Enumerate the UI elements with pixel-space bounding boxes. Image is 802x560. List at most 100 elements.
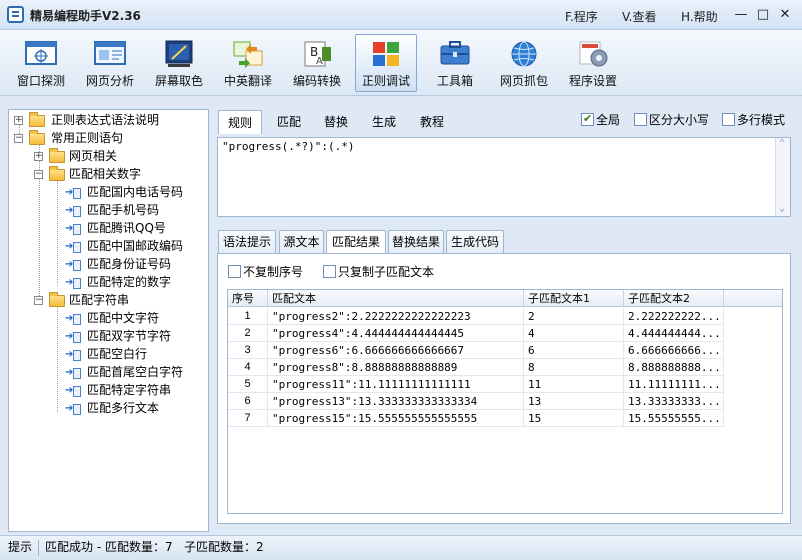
tab-source-text[interactable]: 源文本 bbox=[279, 230, 324, 254]
menu-program[interactable]: F.程序 bbox=[565, 8, 598, 25]
cell-sub1: 6 bbox=[524, 342, 624, 359]
cell-sub1: 2 bbox=[524, 308, 624, 325]
regex-item-icon bbox=[65, 256, 81, 273]
cell-sub1: 13 bbox=[524, 393, 624, 410]
cell-index: 5 bbox=[228, 376, 268, 393]
tree-label: 匹配中文字符 bbox=[87, 311, 160, 325]
multiline-option[interactable]: 多行模式 bbox=[722, 113, 785, 128]
toolbar-regex-debug[interactable]: 正则调试 bbox=[355, 34, 417, 92]
tab-generate-code[interactable]: 生成代码 bbox=[446, 230, 504, 254]
cell-index: 2 bbox=[228, 325, 268, 342]
tab-syntax-hint[interactable]: 语法提示 bbox=[218, 230, 276, 254]
toolbar-web-capture[interactable]: 网页抓包 bbox=[493, 34, 555, 92]
match-result-table[interactable]: 序号 匹配文本 子匹配文本1 子匹配文本2 1 "progress2":2.22… bbox=[227, 289, 783, 514]
toolbar-settings[interactable]: 程序设置 bbox=[562, 34, 624, 92]
checkbox-checked-icon bbox=[581, 111, 594, 126]
menu-view[interactable]: V.查看 bbox=[622, 8, 656, 25]
cell-match: "progress6":6.666666666666667 bbox=[268, 342, 524, 359]
tab-match[interactable]: 匹配 bbox=[268, 110, 310, 134]
toolbar-translate[interactable]: 中英翻译 bbox=[217, 34, 279, 92]
regex-item-icon bbox=[65, 310, 81, 327]
table-row[interactable]: 5 "progress11":11.11111111111111 11 11.1… bbox=[228, 376, 782, 393]
cell-sub2: 4.444444444... bbox=[624, 325, 724, 342]
toolbar-label: 中英翻译 bbox=[223, 74, 272, 88]
column-header-match[interactable]: 匹配文本 bbox=[268, 290, 524, 307]
case-sensitive-option[interactable]: 区分大小写 bbox=[634, 113, 709, 128]
minimize-button[interactable]: — bbox=[732, 6, 750, 24]
cell-match: "progress8":8.88888888888889 bbox=[268, 359, 524, 376]
tree-label: 匹配多行文本 bbox=[87, 401, 160, 415]
regex-item-icon bbox=[65, 382, 81, 399]
regex-item-icon bbox=[65, 400, 81, 417]
column-header-sub1[interactable]: 子匹配文本1 bbox=[524, 290, 624, 307]
cell-match: "progress11":11.11111111111111 bbox=[268, 376, 524, 393]
tab-rule[interactable]: 规则 bbox=[218, 110, 262, 134]
tree-label: 匹配特定的数字 bbox=[87, 275, 172, 289]
translate-icon bbox=[231, 39, 265, 69]
maximize-button[interactable]: □ bbox=[754, 6, 772, 24]
global-option[interactable]: 全局 bbox=[581, 111, 620, 128]
checkbox-icon bbox=[323, 265, 336, 278]
regex-input[interactable]: "progress(.*?)":(.*) bbox=[217, 137, 791, 217]
expand-toggle[interactable]: + bbox=[14, 116, 23, 125]
title-bar: 精易编程助手V2.36 F.程序 V.查看 H.帮助 — □ ✕ bbox=[0, 0, 802, 30]
expand-toggle[interactable]: + bbox=[34, 152, 43, 161]
cell-match: "progress15":15.555555555555555 bbox=[268, 410, 524, 427]
regex-item-icon bbox=[65, 220, 81, 237]
table-row[interactable]: 7 "progress15":15.555555555555555 15 15.… bbox=[228, 410, 782, 427]
toolbar-color-picker[interactable]: 屏幕取色 bbox=[148, 34, 210, 92]
tab-tutorial[interactable]: 教程 bbox=[411, 110, 453, 134]
tab-replace[interactable]: 替换 bbox=[315, 110, 357, 134]
color-picker-icon bbox=[162, 39, 196, 69]
copy-sub-only-option[interactable]: 只复制子匹配文本 bbox=[323, 265, 434, 280]
cell-index: 4 bbox=[228, 359, 268, 376]
toolbar-toolbox[interactable]: 工具箱 bbox=[424, 34, 486, 92]
collapse-toggle[interactable]: − bbox=[34, 170, 43, 179]
toolbar-window-probe[interactable]: 窗口探测 bbox=[10, 34, 72, 92]
folder-icon bbox=[49, 148, 65, 163]
collapse-toggle[interactable]: − bbox=[34, 296, 43, 305]
tree-label: 匹配身份证号码 bbox=[87, 257, 172, 271]
window-title: 精易编程助手V2.36 bbox=[30, 9, 141, 23]
match-result-panel: 不复制序号 只复制子匹配文本 序号 匹配文本 子匹配文本1 子匹配文本2 1 "… bbox=[217, 253, 791, 524]
toolbar-label: 编码转换 bbox=[292, 74, 341, 88]
cell-sub1: 15 bbox=[524, 410, 624, 427]
status-bar: 提示 匹配成功 - 匹配数量：7 子匹配数量：2 bbox=[0, 535, 802, 560]
cell-index: 3 bbox=[228, 342, 268, 359]
status-label: 提示 bbox=[8, 540, 33, 554]
settings-icon bbox=[576, 39, 610, 69]
tab-replace-result[interactable]: 替换结果 bbox=[388, 230, 444, 254]
web-analyze-icon bbox=[93, 39, 127, 69]
close-button[interactable]: ✕ bbox=[776, 6, 794, 24]
collapse-toggle[interactable]: − bbox=[14, 134, 23, 143]
column-header-sub2[interactable]: 子匹配文本2 bbox=[624, 290, 724, 307]
cell-sub1: 11 bbox=[524, 376, 624, 393]
tree-guide-line bbox=[57, 306, 58, 412]
table-row[interactable]: 6 "progress13":13.333333333333334 13 13.… bbox=[228, 393, 782, 410]
tree-label: 匹配中国邮政编码 bbox=[87, 239, 184, 253]
toolbar-encoding[interactable]: BA 编码转换 bbox=[286, 34, 348, 92]
cell-match: "progress4":4.444444444444445 bbox=[268, 325, 524, 342]
tree-label: 匹配相关数字 bbox=[69, 167, 142, 181]
table-row[interactable]: 1 "progress2":2.2222222222222223 2 2.222… bbox=[228, 308, 782, 325]
cell-index: 6 bbox=[228, 393, 268, 410]
regex-text: "progress(.*?)":(.*) bbox=[222, 140, 355, 153]
option-label: 不复制序号 bbox=[243, 265, 304, 279]
column-header-index[interactable]: 序号 bbox=[228, 290, 268, 307]
tab-generate[interactable]: 生成 bbox=[363, 110, 405, 134]
table-row[interactable]: 2 "progress4":4.444444444444445 4 4.4444… bbox=[228, 325, 782, 342]
table-row[interactable]: 3 "progress6":6.666666666666667 6 6.6666… bbox=[228, 342, 782, 359]
cell-index: 7 bbox=[228, 410, 268, 427]
cell-match: "progress13":13.333333333333334 bbox=[268, 393, 524, 410]
cell-sub2: 11.11111111... bbox=[624, 376, 724, 393]
toolbar-web-analyze[interactable]: 网页分析 bbox=[79, 34, 141, 92]
no-copy-index-option[interactable]: 不复制序号 bbox=[228, 265, 303, 280]
menu-help[interactable]: H.帮助 bbox=[681, 8, 718, 25]
toolbar-label: 正则调试 bbox=[361, 74, 410, 88]
regex-icon bbox=[369, 39, 403, 69]
tree-label: 匹配字符串 bbox=[69, 293, 130, 307]
checkbox-icon bbox=[722, 113, 735, 126]
tab-match-result[interactable]: 匹配结果 bbox=[326, 230, 386, 255]
table-row[interactable]: 4 "progress8":8.88888888888889 8 8.88888… bbox=[228, 359, 782, 376]
regex-scrollbar[interactable] bbox=[775, 138, 790, 216]
